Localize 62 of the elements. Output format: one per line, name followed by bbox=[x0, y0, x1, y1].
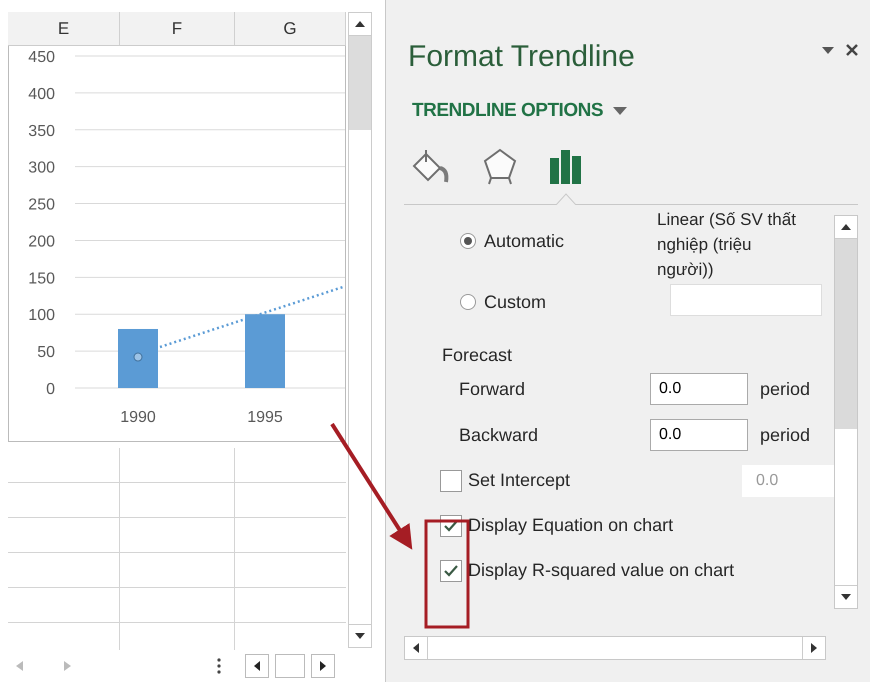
unit-label: period bbox=[760, 424, 810, 446]
arrow-up-icon bbox=[355, 21, 365, 27]
scroll-left-button[interactable] bbox=[245, 654, 269, 678]
scroll-thumb[interactable] bbox=[275, 654, 305, 678]
close-icon[interactable] bbox=[846, 44, 858, 56]
section-dropdown[interactable]: TRENDLINE OPTIONS bbox=[412, 100, 604, 122]
field-label: Forward bbox=[459, 378, 526, 400]
name-input-field[interactable] bbox=[670, 284, 822, 316]
arrow-left-icon bbox=[254, 661, 260, 671]
horizontal-scrollbar[interactable] bbox=[404, 636, 826, 660]
radio-label[interactable]: Custom bbox=[484, 292, 546, 312]
checkbox-label[interactable]: Display R-squared value on chart bbox=[468, 560, 734, 581]
panel-title: Format Trendline bbox=[408, 40, 635, 74]
pentagon-icon bbox=[482, 147, 518, 185]
tab-button[interactable] bbox=[482, 146, 518, 186]
axis-label: 1990 bbox=[120, 409, 156, 426]
column-header[interactable]: G bbox=[235, 12, 346, 45]
caret-icon[interactable] bbox=[613, 107, 628, 115]
arrow-right-icon bbox=[811, 643, 817, 653]
axis-label: 400 bbox=[28, 86, 55, 103]
column-header[interactable]: E bbox=[8, 12, 120, 45]
checkmark-icon bbox=[444, 520, 458, 532]
axis-label: 0 bbox=[46, 381, 55, 398]
vertical-scrollbar[interactable] bbox=[834, 215, 858, 609]
vertical-scrollbar[interactable] bbox=[348, 12, 372, 648]
field-label: Backward bbox=[459, 424, 540, 446]
bar-chart-icon bbox=[548, 148, 584, 184]
radio-label[interactable]: Automatic bbox=[484, 230, 564, 252]
axis-label: 100 bbox=[28, 307, 55, 324]
arrow-right-icon bbox=[320, 661, 326, 671]
scrollbar-thumb[interactable] bbox=[835, 239, 857, 429]
axis-label: 250 bbox=[28, 196, 55, 214]
trendline-name: Linear (Số SV thất nghiệp (triệu người)) bbox=[657, 209, 797, 281]
number-field[interactable]: 0.0 bbox=[650, 373, 748, 405]
selection-handle[interactable] bbox=[134, 352, 142, 362]
axis-label: 450 bbox=[28, 49, 55, 66]
unit-label: period bbox=[760, 378, 810, 400]
checkbox[interactable] bbox=[440, 470, 462, 492]
axis-label: 50 bbox=[37, 344, 55, 362]
number-field[interactable]: 0.0 bbox=[650, 419, 748, 451]
dropdown-icon[interactable] bbox=[822, 46, 834, 54]
column-header[interactable]: F bbox=[120, 12, 235, 45]
checkbox[interactable] bbox=[440, 560, 462, 582]
arrow-up-icon bbox=[841, 224, 851, 230]
more-icon[interactable] bbox=[217, 658, 221, 674]
axis-label: 350 bbox=[28, 122, 55, 140]
checkbox-label[interactable]: Set Intercept bbox=[468, 470, 570, 491]
group-label: Forecast bbox=[441, 345, 514, 366]
scroll-right-button[interactable] bbox=[311, 654, 335, 678]
trendline-drawing[interactable] bbox=[160, 286, 344, 348]
radio-button[interactable] bbox=[460, 294, 476, 310]
checkmark-icon bbox=[444, 564, 458, 576]
axis-label: 150 bbox=[28, 270, 55, 288]
scrollbar-thumb[interactable] bbox=[349, 36, 371, 130]
checkbox-label[interactable]: Display Equation on chart bbox=[468, 515, 674, 536]
arrow-left-icon bbox=[413, 643, 419, 653]
arrow-down-icon bbox=[355, 633, 365, 639]
axis-label: 300 bbox=[28, 160, 55, 177]
axis-label: 200 bbox=[28, 233, 55, 250]
radio-button[interactable] bbox=[460, 233, 476, 249]
axis-label: 1995 bbox=[247, 409, 283, 426]
arrow-down-icon bbox=[841, 594, 851, 600]
